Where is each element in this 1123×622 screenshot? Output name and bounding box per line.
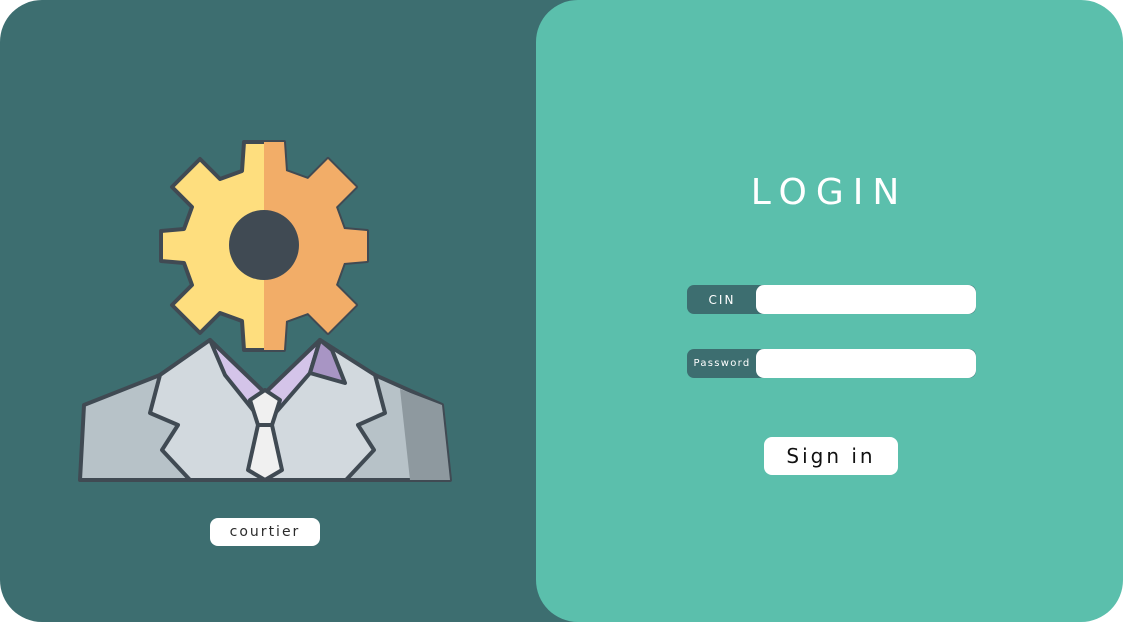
cin-label: CIN [708, 292, 736, 307]
cin-field: CIN [687, 285, 976, 314]
login-screen: courtier LOGIN CIN Password Sign in [0, 0, 1123, 622]
password-input[interactable] [756, 349, 976, 378]
login-title: LOGIN [750, 172, 909, 213]
cin-input[interactable] [756, 285, 976, 314]
role-badge: courtier [210, 518, 320, 546]
password-label: Password [693, 358, 751, 369]
gear-headed-businessman-icon [78, 140, 452, 482]
password-field: Password [687, 349, 976, 378]
left-panel: courtier [0, 0, 600, 622]
sign-in-button[interactable]: Sign in [764, 437, 898, 475]
